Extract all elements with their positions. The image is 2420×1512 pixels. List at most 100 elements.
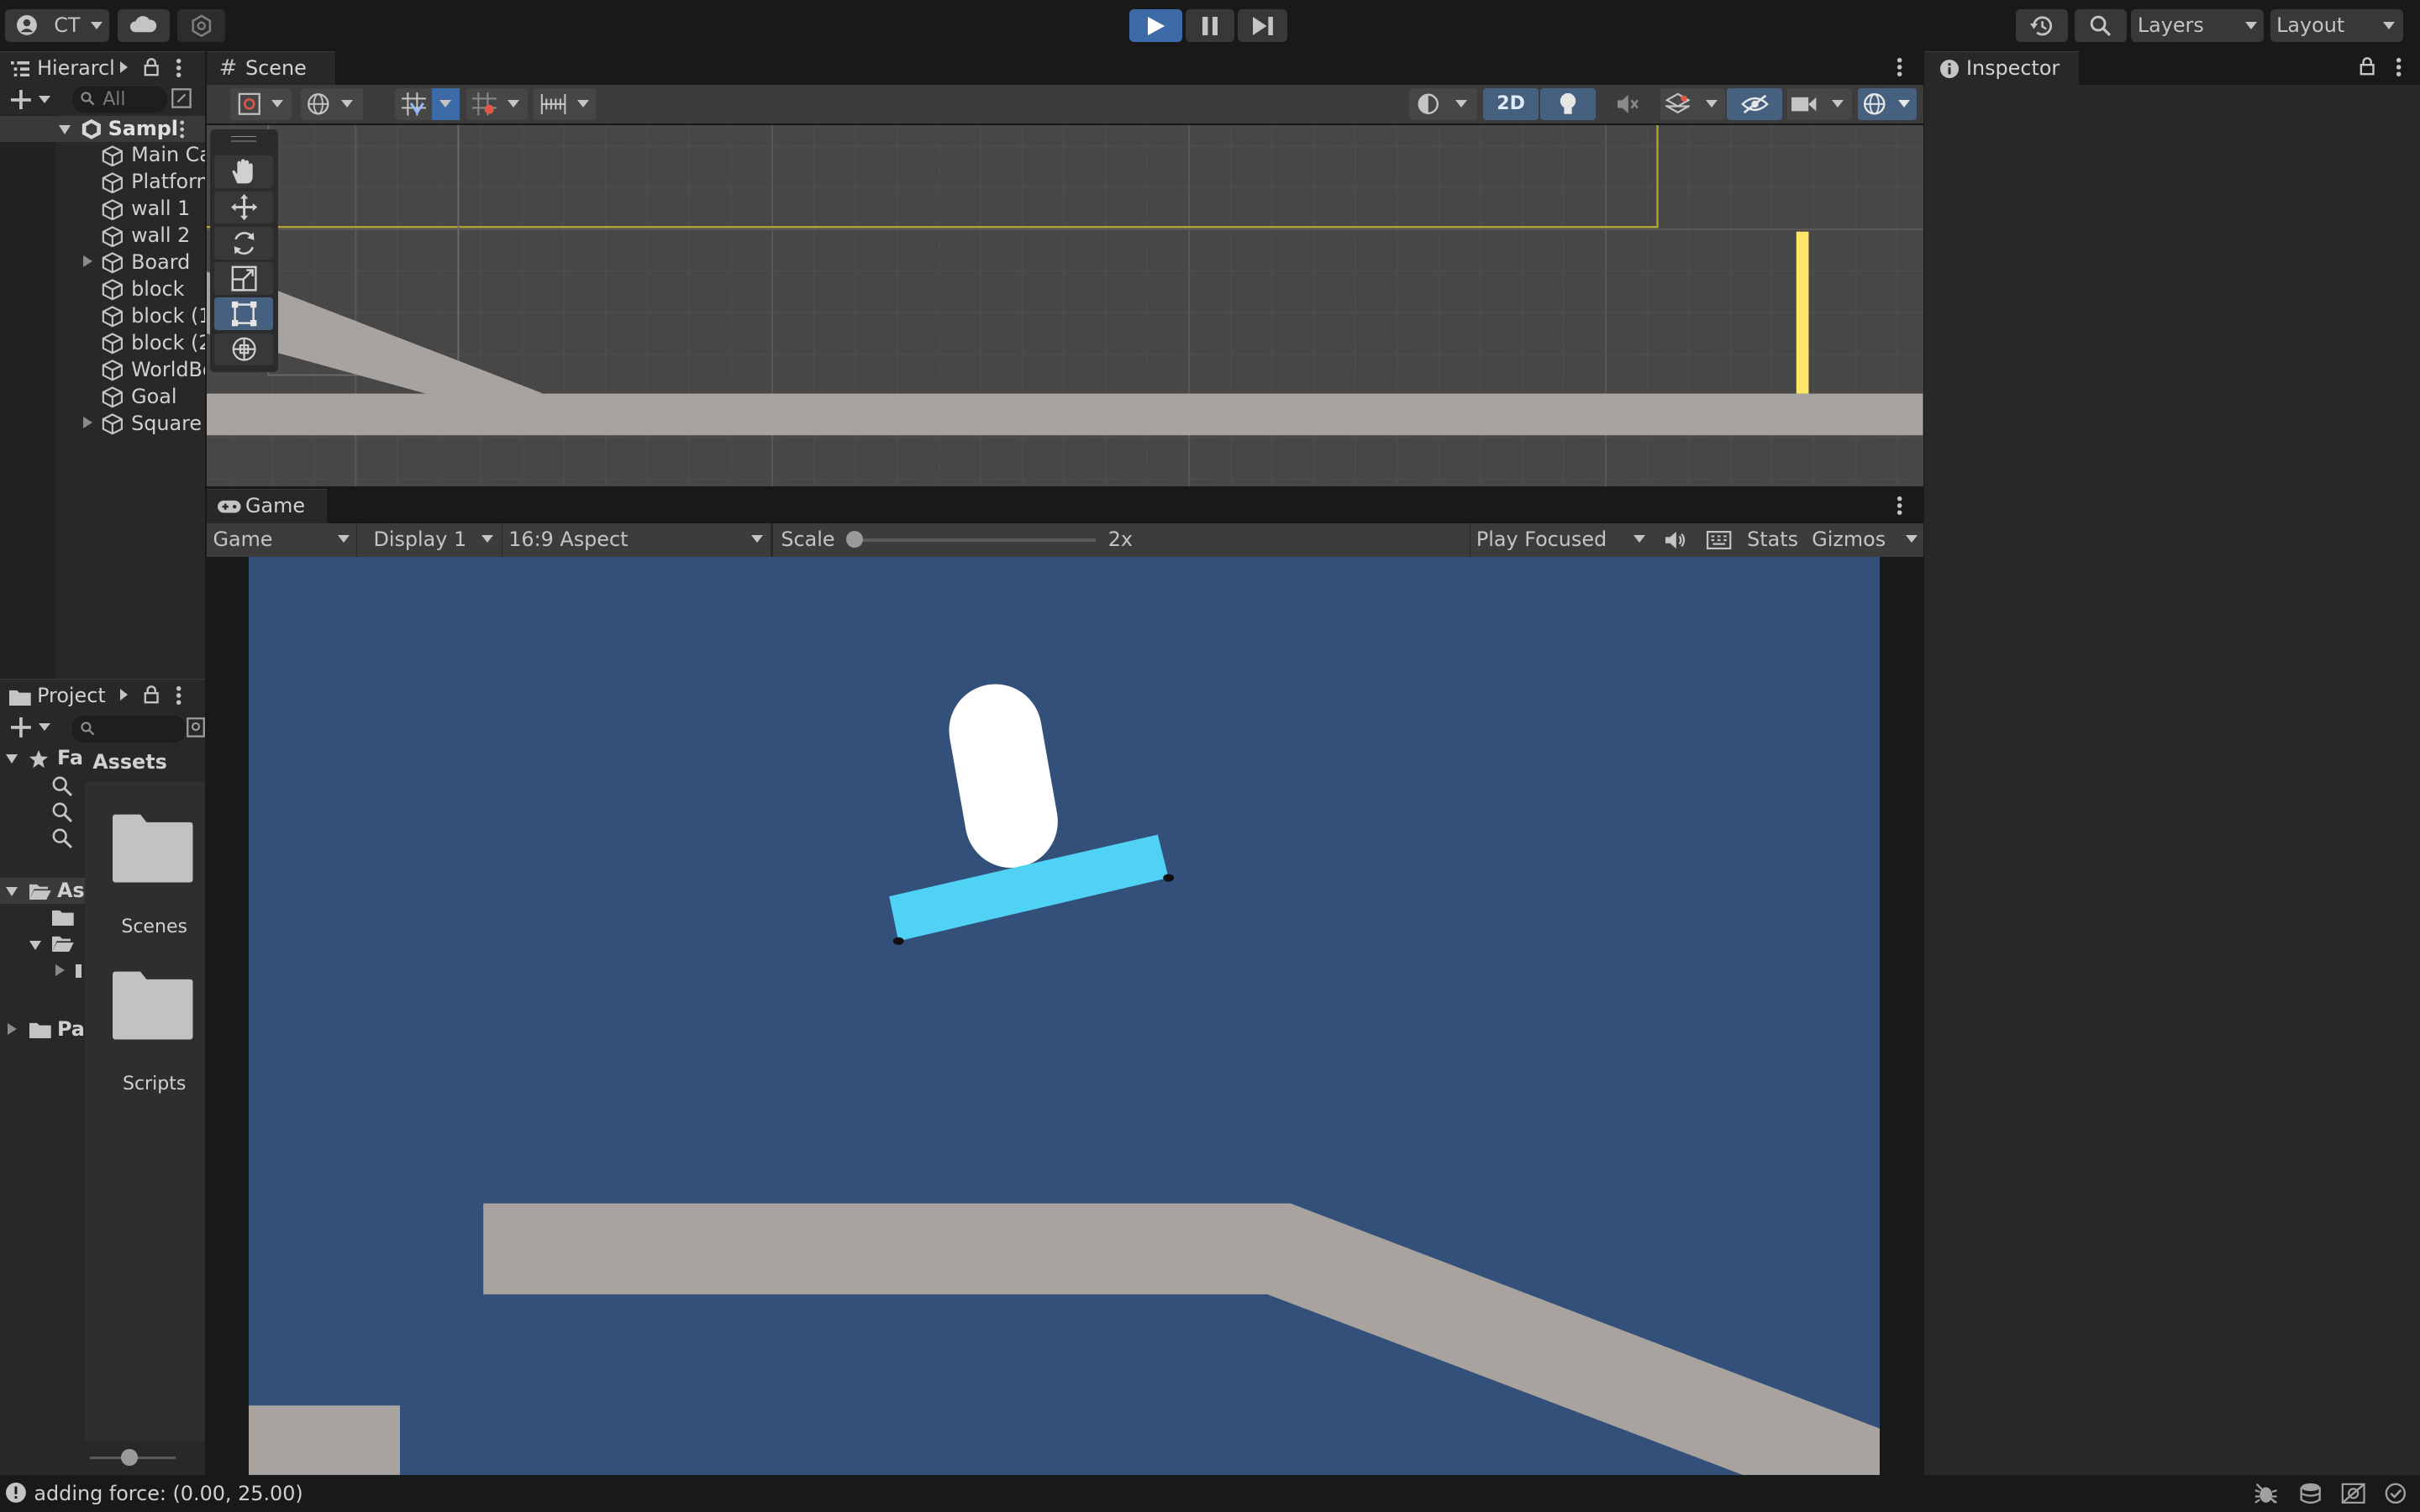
hierarchy-item[interactable]: Main Ca	[0, 142, 205, 168]
hierarchy-item[interactable]: Platform	[0, 169, 205, 195]
chevron-down-icon[interactable]	[38, 95, 50, 103]
undo-history-button[interactable]	[2015, 9, 2069, 42]
aspect-dropdown[interactable]: 16:9 Aspect	[501, 522, 771, 558]
project-search-input[interactable]	[72, 716, 186, 743]
debug-icon[interactable]	[2254, 1483, 2278, 1504]
dropdown-toggle[interactable]	[432, 87, 460, 121]
chevron-right-icon[interactable]	[83, 416, 93, 428]
display-dropdown[interactable]: Display 1	[367, 523, 500, 557]
chevron-right-icon[interactable]	[55, 963, 66, 976]
hierarchy-item[interactable]: wall 1	[0, 196, 205, 222]
shading-mode-dropdown[interactable]	[1408, 87, 1477, 121]
tree-assets[interactable]: As	[0, 878, 86, 905]
view-dropdown[interactable]: Game	[207, 522, 358, 558]
search-button[interactable]	[2074, 9, 2127, 42]
hierarchy-item[interactable]: wall 2	[0, 223, 205, 249]
play-mode-dropdown[interactable]: Play Focused	[1469, 522, 1653, 558]
folder-scripts[interactable]: Scripts	[100, 969, 208, 1107]
folder-icon[interactable]	[52, 909, 75, 926]
play-button[interactable]	[1129, 9, 1182, 42]
lock-icon[interactable]	[144, 58, 159, 76]
more-icon[interactable]	[1897, 57, 1902, 77]
tab-scene[interactable]: # Scene	[207, 50, 335, 86]
tool-handle-dropdown[interactable]	[229, 87, 292, 121]
cloud-button[interactable]	[117, 9, 171, 42]
layout-dropdown[interactable]: Layout	[2270, 9, 2403, 42]
scene-visibility-toggle[interactable]	[1727, 87, 1783, 121]
drag-handle-icon[interactable]	[231, 135, 256, 138]
search-input[interactable]: All	[72, 86, 167, 113]
expand-icon[interactable]	[171, 87, 192, 108]
cache-server-icon[interactable]	[2298, 1483, 2323, 1504]
pause-button[interactable]	[1185, 9, 1235, 42]
stats-toggle[interactable]: Stats	[1743, 523, 1804, 557]
hierarchy-item[interactable]: block (2	[0, 330, 205, 356]
chevron-right-icon[interactable]	[83, 255, 93, 268]
increment-snap-dropdown[interactable]	[466, 87, 529, 121]
grid-snap-dropdown[interactable]	[395, 87, 460, 121]
hand-tool-button[interactable]	[214, 155, 274, 189]
audio-toggle[interactable]	[1602, 87, 1655, 121]
tree-packages[interactable]: Pa	[0, 1016, 85, 1042]
slider-handle[interactable]	[845, 530, 863, 549]
effects-dropdown[interactable]	[1660, 87, 1726, 121]
hierarchy-item[interactable]: WorldBo	[0, 357, 205, 383]
game-viewport[interactable]	[248, 557, 1881, 1475]
search-by-type-icon[interactable]	[187, 717, 206, 738]
chevron-down-icon[interactable]	[58, 124, 71, 134]
folder-icon[interactable]	[75, 963, 82, 979]
ruler-dropdown[interactable]	[534, 87, 596, 121]
search-icon[interactable]	[52, 776, 73, 796]
add-icon[interactable]	[10, 89, 31, 110]
more-icon[interactable]	[179, 120, 185, 139]
global-local-dropdown[interactable]	[301, 87, 363, 121]
scene-viewport[interactable]	[207, 124, 1923, 486]
chevron-down-icon[interactable]	[6, 887, 18, 897]
tab-inspector[interactable]: Inspector	[1924, 50, 2080, 86]
gizmos-toggle[interactable]: Gizmos	[1807, 523, 1923, 557]
hierarchy-item[interactable]: Goal	[0, 384, 205, 410]
search-icon[interactable]	[52, 802, 73, 822]
scale-slider[interactable]	[851, 538, 1097, 542]
hierarchy-item[interactable]: Square	[0, 411, 205, 437]
chevron-down-icon[interactable]	[38, 723, 50, 732]
account-dropdown[interactable]: CT	[4, 9, 110, 42]
transform-tool-button[interactable]	[214, 333, 274, 366]
slider-handle[interactable]	[120, 1448, 138, 1466]
more-icon[interactable]	[2396, 57, 2402, 77]
hierarchy-item[interactable]: Board	[0, 249, 205, 276]
tab-game[interactable]: Game	[207, 489, 328, 523]
chevron-down-icon[interactable]	[29, 941, 41, 951]
tab-project[interactable]: Project	[0, 679, 206, 713]
rotate-tool-button[interactable]	[214, 226, 274, 260]
gizmos-dropdown[interactable]	[1858, 87, 1918, 121]
chevron-down-icon[interactable]	[6, 754, 18, 764]
camera-dropdown[interactable]	[1786, 87, 1853, 121]
tree-favorites[interactable]: Fa	[0, 745, 85, 771]
folder-open-icon[interactable]	[52, 935, 75, 953]
hierarchy-item[interactable]: block	[0, 276, 205, 302]
tab-hierarchy[interactable]: Hierarcl	[0, 50, 206, 86]
step-button[interactable]	[1238, 9, 1287, 42]
hierarchy-item[interactable]: block (1	[0, 303, 205, 329]
hierarchy-scene-row[interactable]: Sampl	[0, 115, 206, 142]
lighting-toggle[interactable]	[1540, 87, 1597, 121]
auto-generate-lighting-icon[interactable]	[2341, 1483, 2365, 1504]
keyboard-shortcuts-toggle[interactable]	[1699, 523, 1739, 557]
lock-icon[interactable]	[2360, 57, 2375, 76]
mode-2d-toggle[interactable]: 2D	[1483, 87, 1539, 121]
collab-button[interactable]	[177, 9, 226, 42]
search-icon[interactable]	[52, 828, 73, 849]
folder-scenes[interactable]: Scenes	[100, 811, 208, 950]
scale-tool-button[interactable]	[214, 262, 274, 295]
more-icon[interactable]	[176, 685, 182, 706]
more-icon[interactable]	[1897, 496, 1902, 516]
more-icon[interactable]	[176, 58, 182, 78]
lock-icon[interactable]	[144, 685, 159, 704]
check-circle-icon[interactable]	[2385, 1483, 2407, 1504]
mute-audio-toggle[interactable]	[1656, 523, 1697, 557]
move-tool-button[interactable]	[214, 191, 274, 224]
rect-tool-button[interactable]	[214, 297, 274, 331]
chevron-right-icon[interactable]	[8, 1022, 18, 1035]
add-icon[interactable]	[10, 717, 31, 738]
